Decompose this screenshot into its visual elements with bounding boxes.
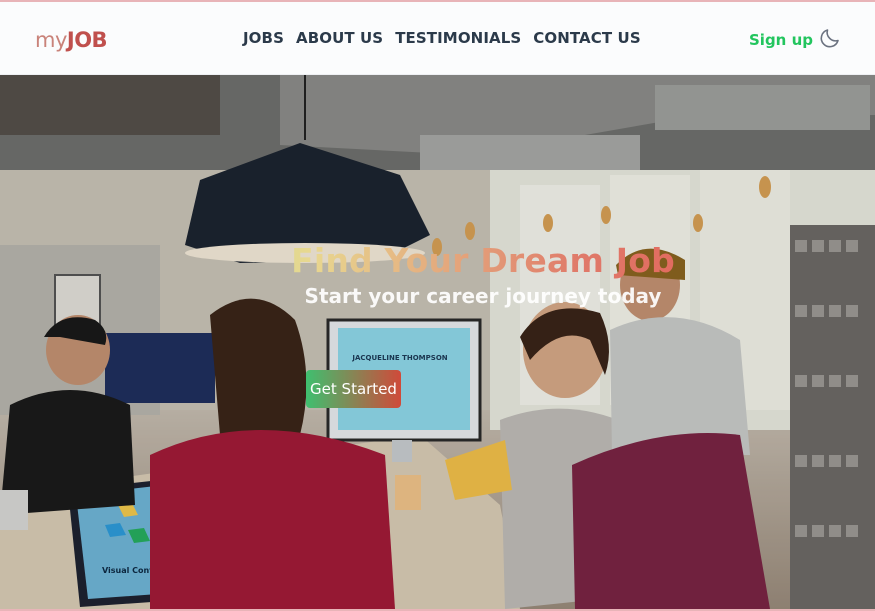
theme-toggle-button[interactable] [818, 26, 842, 50]
nav-link-about-us[interactable]: ABOUT US [296, 29, 383, 47]
nav-link-jobs[interactable]: JOBS [243, 29, 284, 47]
site-header: myJOB JOBS ABOUT US TESTIMONIALS CONTACT… [0, 2, 875, 75]
nav-link-contact-us[interactable]: CONTACT US [533, 29, 640, 47]
top-accent-line [0, 0, 875, 2]
hero-section: JACQUELINE THOMPSON Visual Content Find … [0, 75, 875, 609]
moon-icon [820, 29, 839, 48]
signup-link[interactable]: Sign up [749, 31, 813, 49]
hero-subtitle: Start your career journey today [304, 284, 662, 308]
nav-link-testimonials[interactable]: TESTIMONIALS [395, 29, 521, 47]
office-photo: JACQUELINE THOMPSON Visual Content [0, 75, 875, 609]
get-started-button[interactable]: Get Started [306, 370, 401, 408]
site-logo[interactable]: myJOB [35, 28, 108, 52]
main-nav: JOBS ABOUT US TESTIMONIALS CONTACT US [243, 29, 641, 47]
logo-main: JOB [66, 28, 108, 52]
hero-title: Find Your Dream Job [0, 241, 875, 280]
logo-prefix: my [35, 28, 67, 52]
